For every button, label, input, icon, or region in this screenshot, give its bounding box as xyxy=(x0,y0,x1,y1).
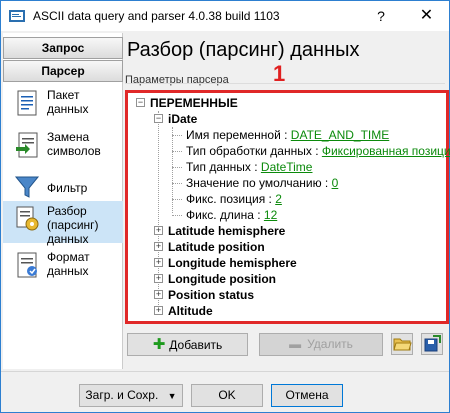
replace-icon xyxy=(16,132,38,158)
expand-toggle-icon[interactable]: + xyxy=(154,258,163,267)
sidebar-item-label: Формат данных xyxy=(47,250,90,278)
load-save-dropdown-button[interactable]: Загр. и Сохр. ▼ xyxy=(79,384,183,407)
tree-guide xyxy=(172,135,182,136)
tree-item-latitude-position[interactable]: + Latitude position xyxy=(154,239,265,255)
minus-icon: ▬ xyxy=(289,337,302,351)
tree-item-idate[interactable]: − iDate xyxy=(154,111,197,127)
tree-prop-processing-type[interactable]: Тип обработки данных : Фиксированная поз… xyxy=(186,143,450,159)
tree-prop-default-value[interactable]: Значение по умолчанию : 0 xyxy=(186,175,338,191)
collapse-toggle-icon[interactable]: − xyxy=(154,114,163,123)
filter-icon xyxy=(14,176,40,198)
dropdown-arrow-icon: ▼ xyxy=(167,391,177,401)
tree-item-label: Longitude hemisphere xyxy=(168,256,297,270)
expand-toggle-icon[interactable]: + xyxy=(154,242,163,251)
prop-value-link[interactable]: DATE_AND_TIME xyxy=(291,128,389,142)
save-arrow-icon xyxy=(424,335,441,352)
collapse-toggle-icon[interactable]: − xyxy=(136,98,145,107)
prop-value-link[interactable]: Фиксированная позиция xyxy=(322,144,450,158)
load-save-label: Загр. и Сохр. xyxy=(85,388,159,402)
open-folder-button[interactable] xyxy=(391,333,413,355)
tree-item-latitude-hemisphere[interactable]: + Latitude hemisphere xyxy=(154,223,285,239)
tree-item-label: iDate xyxy=(168,112,198,126)
tree-prop-fixed-length[interactable]: Фикс. длина : 12 xyxy=(186,207,277,223)
group-divider xyxy=(125,83,445,84)
tree-guide xyxy=(172,183,182,184)
sidebar-button-query[interactable]: Запрос xyxy=(3,37,123,59)
tree-root[interactable]: − ПЕРЕМЕННЫЕ xyxy=(136,95,238,111)
tree-item-label: Altitude xyxy=(168,304,213,318)
add-button[interactable]: ✚ Добавить xyxy=(127,333,248,356)
prop-value-link[interactable]: 0 xyxy=(332,176,339,190)
sidebar-item-data-packet[interactable]: Пакет данных xyxy=(3,85,123,125)
tree-item-label: Position status xyxy=(168,288,255,302)
app-icon xyxy=(9,10,25,22)
window-title: ASCII data query and parser 4.0.38 build… xyxy=(33,9,280,23)
tree-item-label: Longitude position xyxy=(168,272,276,286)
ok-button[interactable]: OK xyxy=(191,384,263,407)
tree-item-longitude-hemisphere[interactable]: + Longitude hemisphere xyxy=(154,255,297,271)
page-title: Разбор (парсинг) данных xyxy=(127,39,360,61)
tree-guide xyxy=(172,199,182,200)
tree-prop-data-type[interactable]: Тип данных : DateTime xyxy=(186,159,312,175)
tree-guide xyxy=(172,151,182,152)
sidebar-item-label: Замена символов xyxy=(47,130,101,158)
sidebar-item-label: Разбор (парсинг) данных xyxy=(47,204,99,246)
expand-toggle-icon[interactable]: + xyxy=(154,306,163,315)
prop-label: Тип обработки данных : xyxy=(186,144,322,158)
prop-label: Тип данных : xyxy=(186,160,261,174)
tree-prop-fixed-position[interactable]: Фикс. позиция : 2 xyxy=(186,191,282,207)
sidebar-item-label: Фильтр xyxy=(47,181,88,195)
remove-button[interactable]: ▬ Удалить xyxy=(259,333,383,356)
prop-label: Фикс. длина : xyxy=(186,208,264,222)
add-button-label: Добавить xyxy=(169,338,223,352)
prop-label: Значение по умолчанию : xyxy=(186,176,332,190)
prop-value-link[interactable]: 2 xyxy=(275,192,282,206)
remove-button-label: Удалить xyxy=(307,337,353,351)
sidebar: Запрос Парсер Пакет данных Замена символ… xyxy=(3,33,123,369)
footer-divider xyxy=(1,371,449,372)
tree-guide xyxy=(172,215,182,216)
expand-toggle-icon[interactable]: + xyxy=(154,274,163,283)
save-button[interactable] xyxy=(421,333,443,355)
tree-item-label: Latitude hemisphere xyxy=(168,224,286,238)
sidebar-item-data-format[interactable]: Формат данных xyxy=(3,247,123,287)
tree-guide xyxy=(172,167,182,168)
expand-toggle-icon[interactable]: + xyxy=(154,290,163,299)
tree-item-position-status[interactable]: + Position status xyxy=(154,287,254,303)
parser-icon xyxy=(16,206,39,231)
tree-item-longitude-position[interactable]: + Longitude position xyxy=(154,271,276,287)
tree-prop-variable-name[interactable]: Имя переменной : DATE_AND_TIME xyxy=(186,127,389,143)
folder-icon xyxy=(393,338,412,351)
parser-tree[interactable]: − ПЕРЕМЕННЫЕ − iDate Имя переменной : DA… xyxy=(125,90,450,324)
prop-value-link[interactable]: 12 xyxy=(264,208,277,222)
expand-toggle-icon[interactable]: + xyxy=(154,226,163,235)
sidebar-item-parser[interactable]: Разбор (парсинг) данных xyxy=(3,201,123,246)
tree-item-label: Latitude position xyxy=(168,240,265,254)
document-icon xyxy=(17,90,37,116)
prop-value-link[interactable]: DateTime xyxy=(261,160,313,174)
tree-root-label: ПЕРЕМЕННЫЕ xyxy=(150,96,238,110)
sidebar-item-replace-symbols[interactable]: Замена символов xyxy=(3,127,123,167)
group-label: Параметры парсера xyxy=(125,74,229,86)
tree-item-altitude[interactable]: + Altitude xyxy=(154,303,213,319)
close-button[interactable]: ✕ xyxy=(404,1,449,31)
sidebar-item-label: Пакет данных xyxy=(47,88,89,116)
title-bar: ASCII data query and parser 4.0.38 build… xyxy=(1,1,449,31)
prop-label: Фикс. позиция : xyxy=(186,192,276,206)
plus-icon: ✚ xyxy=(152,336,166,353)
prop-label: Имя переменной : xyxy=(186,128,291,142)
cancel-button[interactable]: Отмена xyxy=(271,384,343,407)
tree-guide xyxy=(172,127,173,213)
format-icon xyxy=(17,252,37,278)
help-button[interactable]: ? xyxy=(358,1,404,31)
app-window: ASCII data query and parser 4.0.38 build… xyxy=(0,0,450,413)
sidebar-button-parser[interactable]: Парсер xyxy=(3,60,123,82)
